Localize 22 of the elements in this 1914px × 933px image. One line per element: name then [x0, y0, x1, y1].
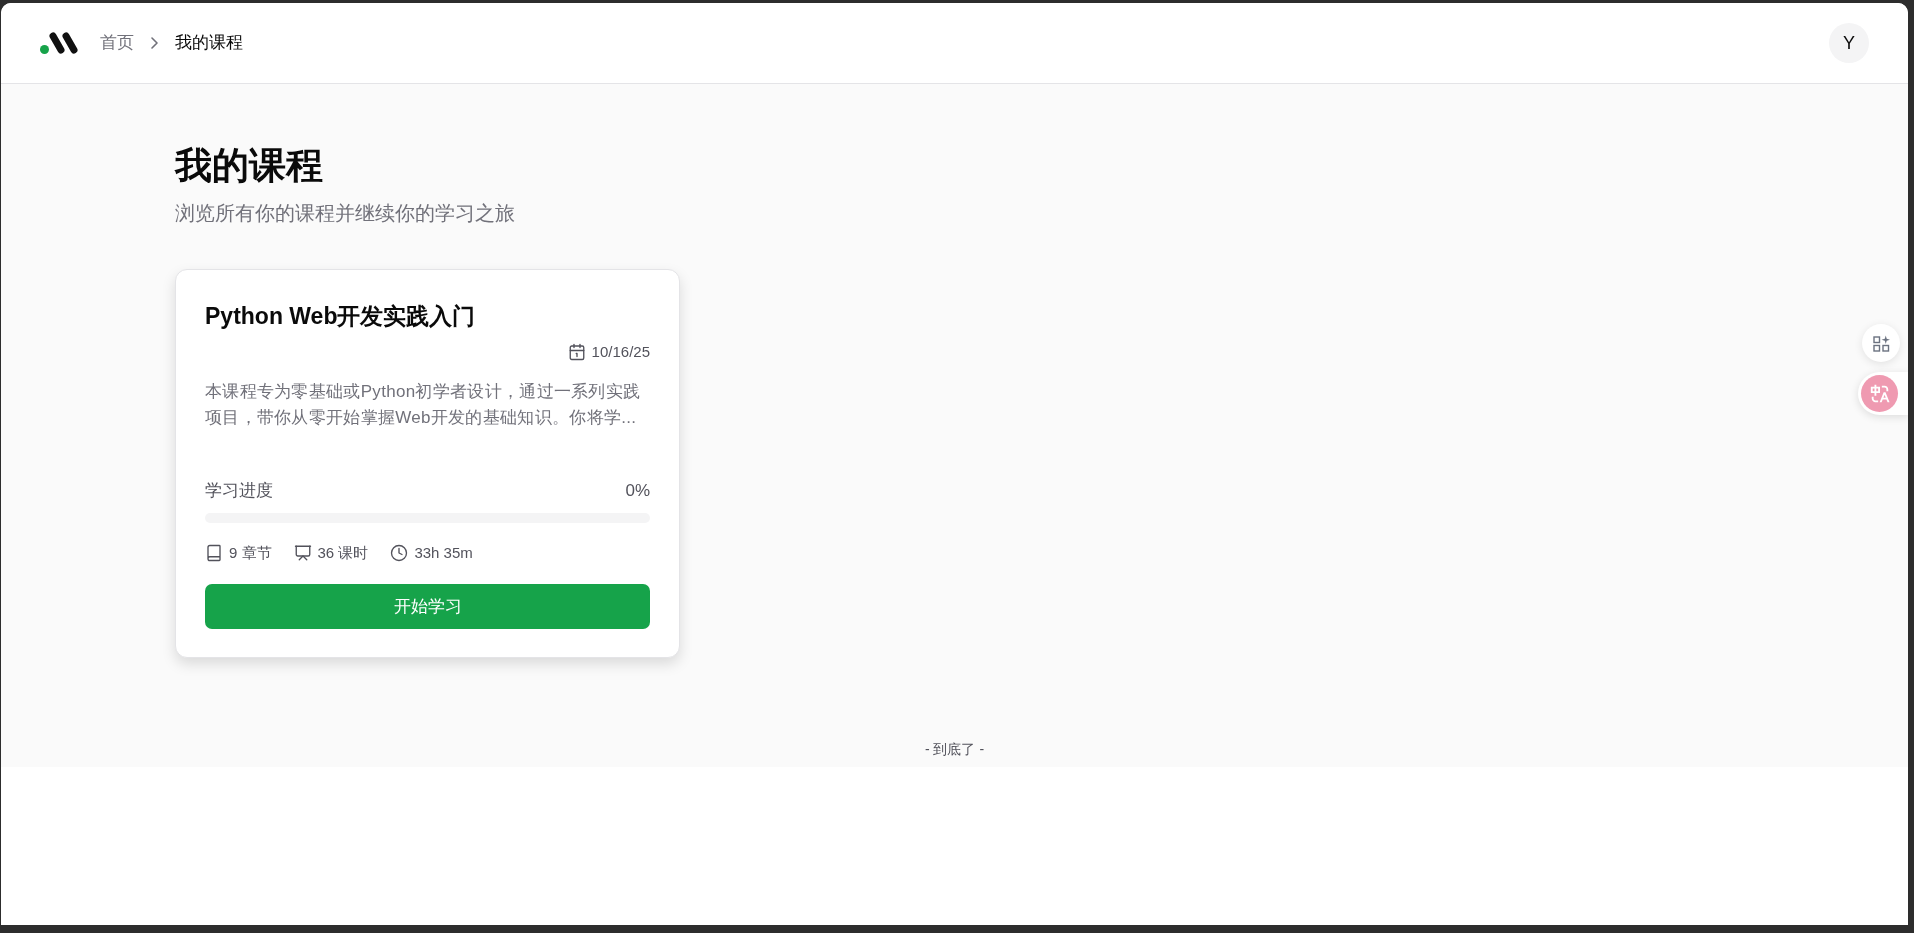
- avatar-button[interactable]: Y: [1829, 23, 1869, 63]
- calendar-icon: [567, 343, 586, 361]
- course-stat: 33h 35m: [414, 543, 473, 563]
- course-stat: 9 章节: [229, 543, 272, 563]
- logo-icon[interactable]: [40, 32, 80, 54]
- course-description: 本课程专为零基础或Python初学者设计，通过一系列实践项目，带你从零开始掌握Web开发的基础知识。你将学...: [205, 381, 642, 429]
- presentation-icon: [293, 544, 312, 562]
- clock-icon: [390, 544, 409, 562]
- end-of-list-text: - 到底了 -: [924, 740, 985, 758]
- chevron-right-icon: [151, 37, 158, 49]
- page-subtitle: 浏览所有你的课程并继续你的学习之旅: [175, 201, 515, 226]
- book-icon: [205, 544, 223, 562]
- grid-sparkle-icon: [1872, 334, 1890, 352]
- course-stat: 36 课时: [317, 543, 369, 563]
- progress-percent: 0%: [625, 480, 650, 502]
- breadcrumb-link[interactable]: 我的课程: [175, 31, 243, 55]
- course-date: 10/16/25: [591, 342, 650, 362]
- course-title: Python Web开发实践入门: [205, 302, 477, 331]
- breadcrumb-link[interactable]: 首页: [100, 31, 134, 55]
- page-title: 我的课程: [175, 144, 323, 188]
- translate-icon: [1861, 375, 1898, 412]
- progress-label: 学习进度: [205, 480, 273, 502]
